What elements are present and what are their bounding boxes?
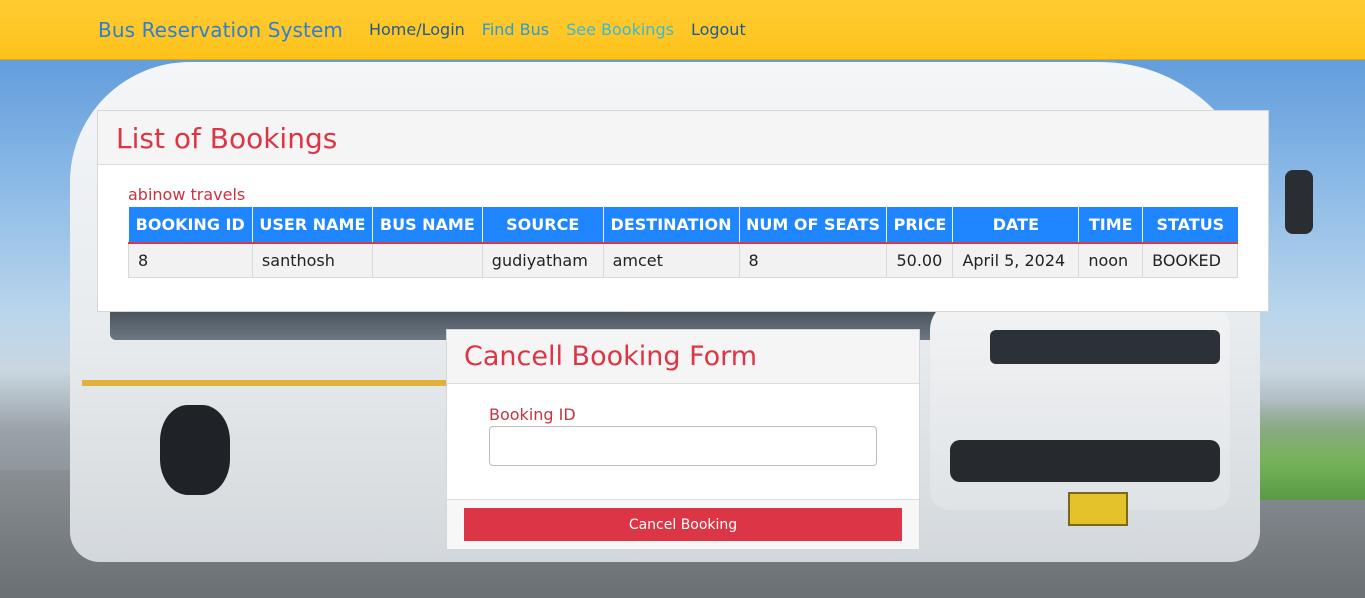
- cell-num-seats: 8: [738, 242, 888, 278]
- table-row: 8 santhosh gudiyatham amcet 8 50.00 Apri…: [128, 242, 1238, 278]
- nav-see-bookings[interactable]: See Bookings: [566, 20, 674, 39]
- bus-stripe-shape: [82, 380, 452, 386]
- cell-destination: amcet: [602, 242, 740, 278]
- table-header-row: BOOKING ID USER NAME BUS NAME SOURCE DES…: [128, 207, 1238, 244]
- cell-status: BOOKED: [1142, 242, 1238, 278]
- cancel-booking-card: Cancell Booking Form Booking ID Cancel B…: [446, 329, 920, 550]
- column-header: BOOKING ID: [128, 207, 253, 244]
- nav-find-bus[interactable]: Find Bus: [482, 20, 549, 39]
- column-header: DESTINATION: [603, 207, 740, 244]
- bookings-title: List of Bookings: [116, 122, 338, 155]
- column-header: USER NAME: [252, 207, 373, 244]
- bookings-card-header: List of Bookings: [98, 111, 1268, 165]
- cell-price: 50.00: [886, 242, 954, 278]
- bus-grille-shape: [990, 330, 1220, 364]
- column-header: NUM OF SEATS: [739, 207, 888, 244]
- bus-plate-shape: [1068, 492, 1128, 526]
- cell-bus-name: [371, 242, 483, 278]
- top-navbar: Bus Reservation System Home/Login Find B…: [0, 0, 1365, 60]
- nav-home-login[interactable]: Home/Login: [369, 20, 465, 39]
- cancel-form-title: Cancell Booking Form: [464, 341, 758, 372]
- bookings-table: BOOKING ID USER NAME BUS NAME SOURCE DES…: [128, 207, 1238, 278]
- cell-source: gudiyatham: [481, 242, 604, 278]
- column-header: STATUS: [1142, 207, 1238, 244]
- column-header: BUS NAME: [372, 207, 483, 244]
- nav-logout[interactable]: Logout: [691, 20, 746, 39]
- cancel-form-footer: Cancel Booking: [447, 499, 919, 549]
- column-header: SOURCE: [482, 207, 604, 244]
- cancel-card-header: Cancell Booking Form: [447, 330, 919, 384]
- agency-name: abinow travels: [128, 185, 246, 204]
- booking-id-input[interactable]: [489, 426, 877, 466]
- bus-mirror-shape: [1285, 170, 1313, 234]
- cell-date: April 5, 2024: [952, 242, 1080, 278]
- cell-user-name: santhosh: [251, 242, 373, 278]
- column-header: PRICE: [886, 207, 954, 244]
- cancel-booking-button[interactable]: Cancel Booking: [464, 508, 902, 541]
- column-header: TIME: [1078, 207, 1144, 244]
- column-header: DATE: [952, 207, 1080, 244]
- bus-bumper-shape: [950, 440, 1220, 482]
- cell-booking-id: 8: [128, 242, 253, 278]
- cell-time: noon: [1078, 242, 1144, 278]
- booking-id-label: Booking ID: [489, 405, 576, 424]
- brand-link[interactable]: Bus Reservation System: [98, 18, 343, 42]
- bus-wheel-shape: [160, 405, 230, 495]
- bookings-card: List of Bookings abinow travels BOOKING …: [97, 110, 1269, 312]
